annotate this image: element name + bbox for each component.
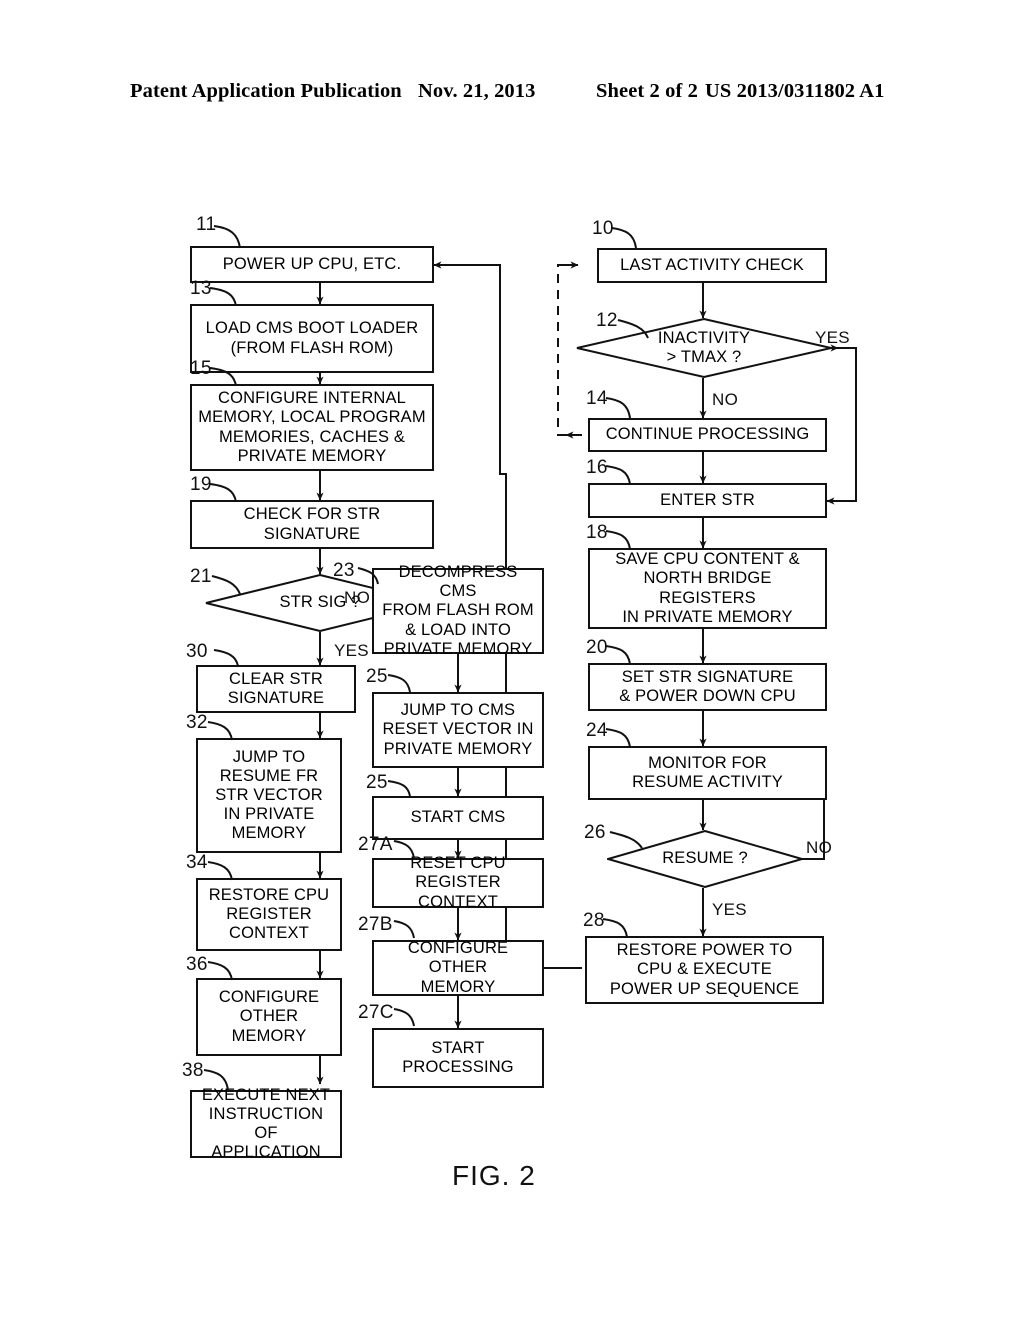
figure-2-flowchart: POWER UP CPU, ETC. 11 LOAD CMS BOOT LOAD… [0, 0, 1024, 1320]
node-configure-other-memory-mid[interactable]: CONFIGURE OTHER MEMORY [372, 939, 544, 996]
node-save-cpu-content[interactable]: SAVE CPU CONTENT & NORTH BRIDGE REGISTER… [588, 548, 827, 629]
node-jump-to-cms-reset-vector[interactable]: JUMP TO CMS RESET VECTOR IN PRIVATE MEMO… [372, 692, 544, 768]
ref-label-34: 34 [186, 852, 208, 873]
leader-line-23 [357, 567, 379, 585]
ref-label-27C: 27C [358, 1002, 394, 1023]
node-decompress-cms[interactable]: DECOMPRESS CMS FROM FLASH ROM & LOAD INT… [372, 563, 544, 658]
leader-line-28 [602, 918, 628, 938]
ref-label-36: 36 [186, 954, 208, 975]
ref-label-26: 26 [584, 822, 606, 843]
node-execute-next-instruction[interactable]: EXECUTE NEXT INSTRUCTION OF APPLICATION [190, 1086, 342, 1161]
node-monitor-for-resume-activity[interactable]: MONITOR FOR RESUME ACTIVITY [588, 746, 827, 800]
leader-line-25 [387, 674, 411, 693]
node-check-for-str-signature[interactable]: CHECK FOR STR SIGNATURE [190, 500, 434, 549]
leader-line-16 [605, 465, 631, 485]
leader-line-34 [207, 861, 233, 881]
leader-line-27A [393, 840, 415, 859]
branch-label-inactivity-no: NO [712, 390, 739, 409]
branch-label-str-sig-no: NO [344, 588, 371, 607]
branch-label-inactivity-yes: YES [815, 328, 850, 347]
node-start-processing[interactable]: START PROCESSING [372, 1028, 544, 1088]
flowchart-connectors [316, 261, 857, 1085]
leader-line-27B [393, 920, 415, 939]
node-restore-power-to-cpu[interactable]: RESTORE POWER TO CPU & EXECUTE POWER UP … [585, 936, 824, 1004]
leader-line-20 [605, 645, 631, 665]
ref-label-25b: 25 [366, 772, 388, 793]
ref-label-21: 21 [190, 566, 212, 587]
leader-line-11 [213, 225, 241, 249]
leader-line-38 [203, 1069, 229, 1091]
leader-line-24 [605, 728, 631, 748]
leader-line-10 [611, 227, 637, 249]
node-clear-str-signature[interactable]: CLEAR STR SIGNATURE [196, 665, 356, 713]
node-set-str-signature[interactable]: SET STR SIGNATURE & POWER DOWN CPU [588, 663, 827, 711]
branch-label-resume-no: NO [806, 838, 833, 857]
leader-line-19 [209, 483, 237, 503]
ref-label-27A: 27A [358, 834, 393, 855]
ref-label-38: 38 [182, 1060, 204, 1081]
leader-line-30 [213, 649, 239, 667]
ref-label-30: 30 [186, 641, 208, 662]
node-last-activity-check[interactable]: LAST ACTIVITY CHECK [597, 248, 827, 283]
leader-line-21 [211, 575, 241, 595]
node-load-cms-boot-loader[interactable]: LOAD CMS BOOT LOADER (FROM FLASH ROM) [190, 304, 434, 373]
leader-line-27C [393, 1008, 415, 1027]
node-configure-other-memory-left[interactable]: CONFIGURE OTHER MEMORY [196, 978, 342, 1056]
branch-label-resume-yes: YES [712, 900, 747, 919]
node-continue-processing[interactable]: CONTINUE PROCESSING [588, 418, 827, 452]
leader-line-12 [617, 319, 649, 339]
ref-label-23: 23 [333, 560, 355, 581]
leader-line-15 [209, 367, 237, 387]
ref-label-32: 32 [186, 712, 208, 733]
ref-label-25: 25 [366, 666, 388, 687]
node-jump-to-resume-fr-str-vector[interactable]: JUMP TO RESUME FR STR VECTOR IN PRIVATE … [196, 738, 342, 853]
leader-line-26 [609, 831, 643, 849]
node-reset-cpu-register-context[interactable]: RESET CPU REGISTER CONTEXT [372, 854, 544, 911]
node-enter-str[interactable]: ENTER STR [588, 483, 827, 518]
leader-line-13 [209, 287, 237, 307]
figure-caption: FIG. 2 [452, 1160, 536, 1191]
ref-label-27B: 27B [358, 914, 393, 935]
branch-label-str-sig-yes: YES [334, 641, 369, 660]
ref-label-12: 12 [596, 310, 618, 331]
leader-line-14 [605, 397, 631, 419]
leader-line-32 [207, 721, 233, 741]
leader-line-36 [207, 961, 233, 981]
node-start-cms[interactable]: START CMS [372, 796, 544, 840]
node-configure-internal-memory[interactable]: CONFIGURE INTERNAL MEMORY, LOCAL PROGRAM… [190, 384, 434, 471]
leader-line-18 [605, 530, 631, 550]
leader-line-25b [387, 780, 411, 797]
node-restore-cpu-register-context[interactable]: RESTORE CPU REGISTER CONTEXT [196, 878, 342, 951]
